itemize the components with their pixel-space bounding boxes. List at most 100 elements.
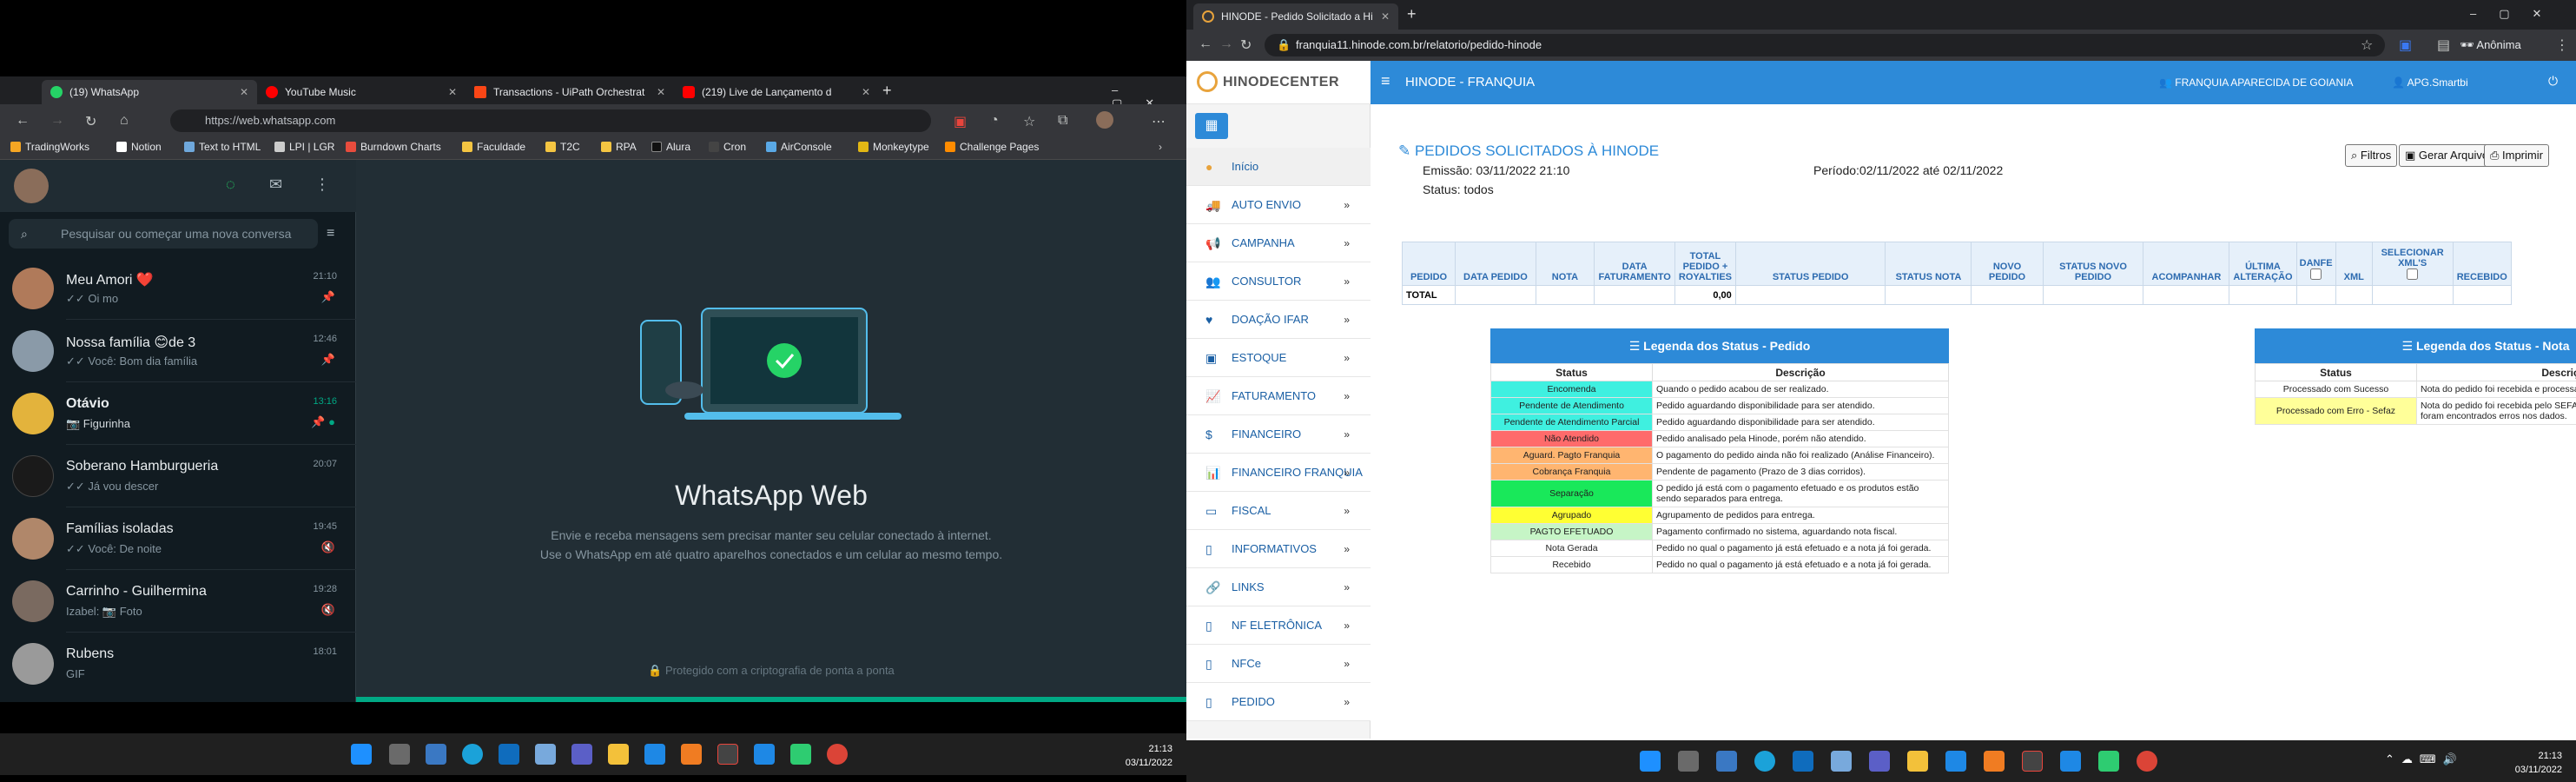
app-icon[interactable]: [1945, 751, 1966, 772]
notepad-icon[interactable]: [1716, 751, 1737, 772]
favorites-icon[interactable]: ☆: [1023, 113, 1035, 130]
edge-icon[interactable]: [1754, 751, 1775, 772]
teams-icon[interactable]: [571, 744, 592, 765]
reload-icon[interactable]: ↻: [85, 113, 96, 130]
forward-icon[interactable]: →: [1219, 36, 1233, 52]
column-header[interactable]: DATA FATURAMENTO: [1594, 242, 1676, 286]
chat-list-item[interactable]: Meu Amori ❤️ ✓✓ Oi mo 21:10 📌: [0, 257, 356, 320]
column-header[interactable]: DATA PEDIDO: [1455, 242, 1536, 286]
avatar[interactable]: [14, 169, 49, 203]
menu-item-informativos[interactable]: ▯ INFORMATIVOS»: [1186, 530, 1371, 568]
reload-icon[interactable]: ↻: [1240, 36, 1252, 54]
file-explorer-icon[interactable]: [608, 744, 629, 765]
xml-select-all-checkbox[interactable]: [2407, 268, 2419, 280]
hamburger-icon[interactable]: ≡: [1381, 72, 1390, 90]
hinode-logo[interactable]: HINODECENTER: [1186, 61, 1371, 104]
bookmark-folder[interactable]: T2C: [545, 141, 580, 153]
extension-icon[interactable]: ▣: [954, 113, 967, 130]
chat-list-item[interactable]: Famílias isoladas ✓✓ Você: De noite 19:45 🔇: [0, 507, 356, 570]
column-header[interactable]: STATUS NOTA: [1885, 242, 1972, 286]
menu-item-financeiro[interactable]: $ FINANCEIRO»: [1186, 415, 1371, 454]
teams-icon[interactable]: [1869, 751, 1890, 772]
chat-list-item[interactable]: Otávio 📷 Figurinha 13:16 📌 ●: [0, 382, 356, 445]
franchise-selector[interactable]: 👥 FRANQUIA APARECIDA DE GOIANIA: [2159, 76, 2353, 89]
system-tray-icons[interactable]: ⌃☁⌨🔊: [2385, 752, 2464, 766]
file-explorer-icon[interactable]: [1907, 751, 1928, 772]
menu-item-nf-eletronica[interactable]: ▯ NF ELETRÔNICA»: [1186, 606, 1371, 645]
search-input[interactable]: ⌕ Pesquisar ou começar uma nova conversa: [9, 219, 318, 249]
bookmark-item[interactable]: Notion: [116, 141, 162, 153]
extension-icon[interactable]: ◔: [990, 113, 999, 129]
bookmark-item[interactable]: Challenge Pages: [945, 141, 1039, 153]
menu-item-nfce[interactable]: ▯ NFCe»: [1186, 645, 1371, 683]
bookmark-item[interactable]: Alura: [651, 141, 690, 153]
column-header[interactable]: SELECIONAR XML'S: [2371, 242, 2454, 286]
chat-list-item[interactable]: Soberano Hamburgueria ✓✓ Já vou descer 20:…: [0, 445, 356, 507]
menu-item-pedido[interactable]: ▯ PEDIDO»: [1186, 683, 1371, 721]
filter-icon[interactable]: ≡: [327, 226, 334, 242]
column-header[interactable]: TOTAL PEDIDO + ROYALTIES: [1674, 242, 1736, 286]
menu-item-fiscal[interactable]: ▭ FISCAL»: [1186, 492, 1371, 530]
app-icon[interactable]: [644, 744, 665, 765]
print-button[interactable]: ⎙ Imprimir: [2484, 144, 2549, 167]
url-field[interactable]: 🔒 franquia11.hinode.com.br/relatorio/pedi…: [1265, 34, 2385, 56]
close-icon[interactable]: ✕: [657, 86, 665, 98]
filters-button[interactable]: ⌕ Filtros: [2345, 144, 2398, 167]
tab-hinode[interactable]: HINODE - Pedido Solicitado a Hi ✕: [1193, 3, 1398, 30]
home-icon[interactable]: ⌂: [120, 113, 129, 129]
back-icon[interactable]: ←: [1199, 36, 1212, 52]
bookmark-item[interactable]: AirConsole: [766, 141, 832, 153]
app-icon[interactable]: [1984, 751, 2005, 772]
tab-uipath[interactable]: Transactions - UiPath Orchestrat ✕: [466, 80, 674, 104]
app-icon[interactable]: [790, 744, 811, 765]
system-clock[interactable]: 21:13 03/11/2022: [1126, 742, 1172, 770]
calculator-icon[interactable]: [389, 744, 410, 765]
profile-avatar[interactable]: [1096, 111, 1113, 129]
app-icon[interactable]: [2022, 751, 2043, 772]
tab-whatsapp[interactable]: (19) WhatsApp ✕: [42, 80, 257, 104]
more-icon[interactable]: ⋮: [2555, 36, 2569, 54]
bookmark-folder[interactable]: RPA: [601, 141, 637, 153]
incognito-profile[interactable]: 🕶 Anônima: [2460, 38, 2521, 52]
generate-file-button[interactable]: ▣ Gerar Arquivo: [2399, 144, 2495, 167]
bookmark-item[interactable]: TradingWorks: [10, 141, 89, 153]
forward-icon[interactable]: →: [50, 113, 64, 129]
chrome-icon[interactable]: [2137, 751, 2157, 772]
power-icon[interactable]: ⏻: [2548, 74, 2558, 89]
close-icon[interactable]: ✕: [448, 86, 457, 98]
user-menu[interactable]: 👤 APG.Smartbi: [2392, 76, 2468, 89]
chat-list-item[interactable]: Carrinho - Guilhermina Izabel: 📷 Foto 19:2…: [0, 570, 356, 633]
bookmark-item[interactable]: Text to HTML: [184, 141, 261, 153]
app-icon[interactable]: [717, 744, 738, 765]
back-icon[interactable]: ←: [16, 113, 30, 129]
close-icon[interactable]: ✕: [1381, 10, 1390, 23]
edge-icon[interactable]: [462, 744, 483, 765]
column-header[interactable]: NOVO PEDIDO: [1971, 242, 2044, 286]
tab-youtube-music[interactable]: YouTube Music ✕: [257, 80, 466, 104]
collections-icon[interactable]: ⧉: [1058, 113, 1067, 129]
menu-item-links[interactable]: 🔗 LINKS»: [1186, 568, 1371, 606]
app-icon[interactable]: [1831, 751, 1852, 772]
bookmark-item[interactable]: Burndown Charts: [346, 141, 441, 153]
sidebar-icon[interactable]: ▤: [2437, 36, 2450, 54]
column-header[interactable]: XML: [2335, 242, 2373, 286]
windows-start-icon[interactable]: [351, 744, 372, 765]
danfe-select-all-checkbox[interactable]: [2310, 268, 2322, 280]
app-icon[interactable]: [2098, 751, 2119, 772]
column-header[interactable]: STATUS PEDIDO: [1734, 242, 1886, 286]
column-header[interactable]: STATUS NOVO PEDIDO: [2042, 242, 2144, 286]
url-field[interactable]: https://web.whatsapp.com: [170, 109, 931, 132]
column-header[interactable]: ACOMPANHAR: [2143, 242, 2230, 286]
menu-item-financeiro-franquia[interactable]: 📊 FINANCEIRO FRANQUIA»: [1186, 454, 1371, 492]
new-tab-button[interactable]: +: [1407, 5, 1417, 23]
chat-list-item[interactable]: Rubens GIF 18:01: [0, 633, 356, 695]
outlook-icon[interactable]: [1793, 751, 1813, 772]
column-header[interactable]: NOTA: [1535, 242, 1595, 286]
notepad-icon[interactable]: [426, 744, 446, 765]
chevron-right-icon[interactable]: ›: [1159, 141, 1162, 153]
outlook-icon[interactable]: [499, 744, 519, 765]
column-header[interactable]: PEDIDO: [1401, 242, 1456, 286]
close-icon[interactable]: ✕: [862, 86, 870, 98]
bookmark-item[interactable]: Monkeytype: [858, 141, 929, 153]
chat-list-item[interactable]: Nossa família 😊de 3 ✓✓ Você: Bom dia famí…: [0, 320, 356, 382]
